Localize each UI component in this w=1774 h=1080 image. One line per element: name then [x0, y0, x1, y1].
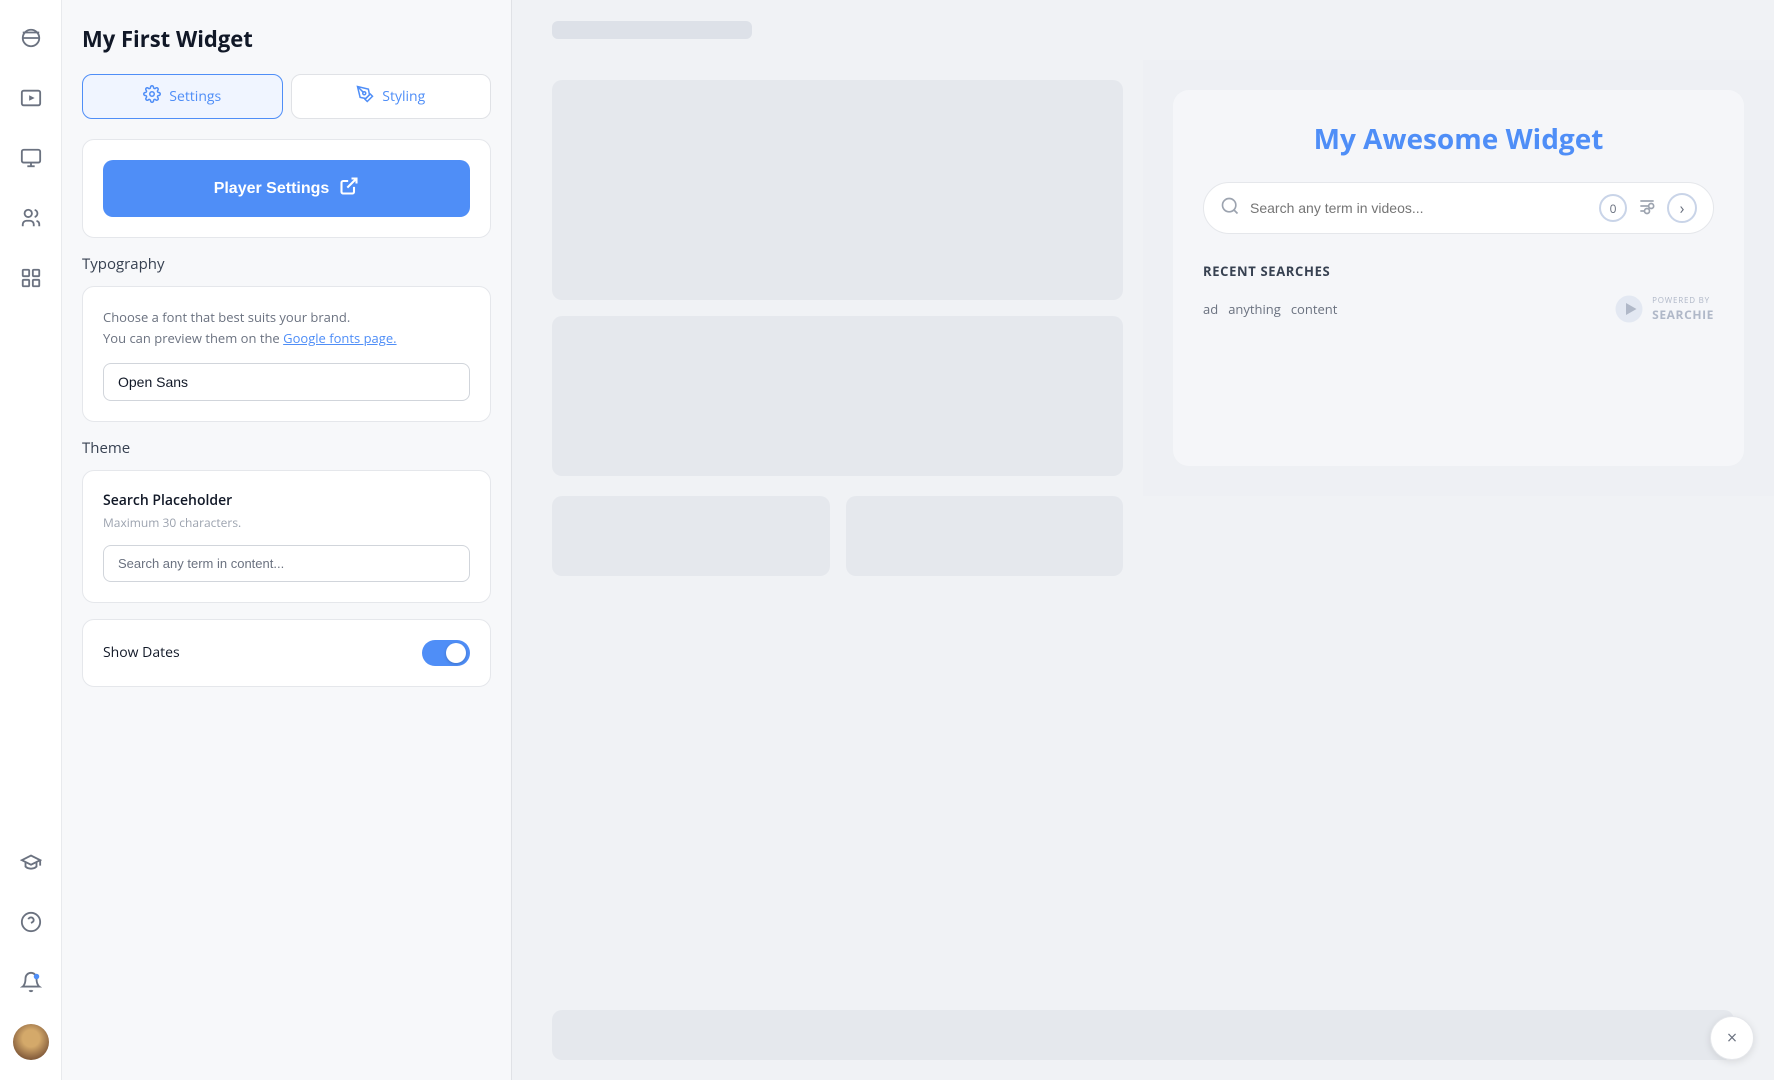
preview-bottom-full-row — [512, 1010, 1774, 1080]
searchie-brand: SEARCHIE — [1652, 306, 1714, 323]
badge-count: 0 — [1610, 200, 1617, 217]
panel-title: My First Widget — [82, 24, 491, 54]
widget-arrow-button[interactable]: › — [1667, 193, 1697, 223]
sidebar — [0, 0, 62, 1080]
search-placeholder-input[interactable] — [103, 545, 470, 582]
skeleton-bar-top — [552, 21, 752, 39]
recent-tag-anything[interactable]: anything — [1228, 300, 1281, 318]
left-panel: My First Widget Settings Styling — [62, 0, 512, 1080]
sidebar-item-menu[interactable] — [13, 20, 49, 56]
tab-settings[interactable]: Settings — [82, 74, 283, 119]
player-settings-card: Player Settings — [82, 139, 491, 238]
tab-styling-label: Styling — [382, 87, 425, 106]
searchie-brand-text: POWERED BY SEARCHIE — [1652, 295, 1714, 323]
searchie-prefix: POWERED BY — [1652, 295, 1714, 306]
widget-search-icon — [1220, 196, 1240, 221]
typography-description: Choose a font that best suits your brand… — [103, 307, 470, 349]
searchie-logo: POWERED BY SEARCHIE — [1614, 294, 1714, 324]
recent-searches-row: ad anything content POWERED BY SEARCHIE — [1203, 294, 1714, 324]
search-placeholder-desc: Maximum 30 characters. — [103, 514, 470, 531]
widget-title: My Awesome Widget — [1203, 120, 1714, 158]
google-fonts-link[interactable]: Google fonts page. — [283, 329, 396, 347]
preview-area: My Awesome Widget 0 — [512, 60, 1774, 1080]
typography-card: Choose a font that best suits your brand… — [82, 286, 491, 422]
show-dates-label: Show Dates — [103, 643, 180, 662]
external-link-icon — [339, 176, 359, 201]
preview-block-bottom-full — [552, 1010, 1734, 1060]
typography-section-label: Typography — [82, 254, 491, 274]
brush-icon — [356, 85, 374, 108]
player-settings-button[interactable]: Player Settings — [103, 160, 470, 217]
top-bar — [512, 0, 1774, 60]
avatar[interactable] — [13, 1024, 49, 1060]
tabs: Settings Styling — [82, 74, 491, 119]
recent-tag-ad[interactable]: ad — [1203, 300, 1218, 318]
widget-badge: 0 — [1599, 194, 1627, 222]
search-placeholder-card: Search Placeholder Maximum 30 characters… — [82, 470, 491, 603]
toggle-knob — [446, 643, 466, 663]
sidebar-item-learn[interactable] — [13, 844, 49, 880]
show-dates-row: Show Dates — [103, 640, 470, 666]
sidebar-item-grid[interactable] — [13, 260, 49, 296]
sidebar-top — [13, 20, 49, 296]
preview-left — [512, 60, 1143, 496]
main-content: My Awesome Widget 0 — [512, 0, 1774, 1080]
recent-tags: ad anything content — [1203, 300, 1337, 318]
preview-bottom-row — [512, 496, 1143, 1010]
widget-container: My Awesome Widget 0 — [1173, 90, 1744, 466]
sidebar-item-notifications[interactable] — [13, 964, 49, 1000]
recent-searches-label: RECENT SEARCHES — [1203, 262, 1714, 280]
font-input[interactable] — [103, 363, 470, 401]
typography-desc-line2: You can preview them on the — [103, 329, 280, 347]
sidebar-item-help[interactable] — [13, 904, 49, 940]
preview-block-1 — [552, 80, 1123, 300]
search-placeholder-title: Search Placeholder — [103, 491, 470, 510]
sidebar-item-monitor[interactable] — [13, 140, 49, 176]
widget-search-bar[interactable]: 0 › — [1203, 182, 1714, 234]
tab-settings-label: Settings — [169, 87, 221, 106]
player-settings-label: Player Settings — [214, 180, 330, 198]
sidebar-item-video[interactable] — [13, 80, 49, 116]
show-dates-toggle[interactable] — [422, 640, 470, 666]
preview-right: My Awesome Widget 0 — [1143, 60, 1774, 496]
filter-icon — [1637, 196, 1657, 221]
typography-desc-line1: Choose a font that best suits your brand… — [103, 308, 350, 326]
tab-styling[interactable]: Styling — [291, 74, 492, 119]
recent-tag-content[interactable]: content — [1291, 300, 1338, 318]
close-button[interactable]: × — [1710, 1016, 1754, 1060]
gear-icon — [143, 85, 161, 108]
close-icon: × — [1727, 1026, 1737, 1050]
widget-search-input[interactable] — [1250, 200, 1589, 216]
sidebar-item-users[interactable] — [13, 200, 49, 236]
preview-block-bottom-left — [552, 496, 830, 576]
sidebar-bottom — [13, 844, 49, 1060]
preview-block-bottom-right — [846, 496, 1124, 576]
show-dates-card: Show Dates — [82, 619, 491, 687]
theme-section-label: Theme — [82, 438, 491, 458]
preview-block-2 — [552, 316, 1123, 476]
